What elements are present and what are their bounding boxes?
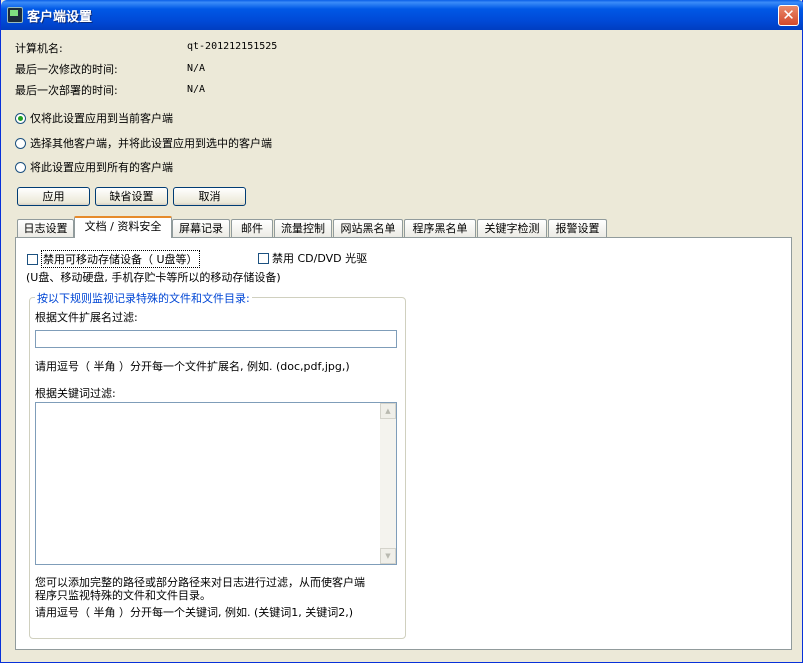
tab-program-blacklist[interactable]: 程序黑名单 (404, 219, 476, 237)
radio-apply-selected-label: 选择其他客户端，并将此设置应用到选中的客户端 (30, 137, 272, 150)
usb-note: (U盘、移动硬盘, 手机存贮卡等所以的移动存储设备) (26, 271, 281, 284)
default-settings-button[interactable]: 缺省设置 (95, 187, 168, 206)
keyword-filter-textarea[interactable]: ▲ ▼ (35, 402, 397, 565)
radio-apply-selected[interactable]: 选择其他客户端，并将此设置应用到选中的客户端 (15, 135, 272, 151)
app-icon (7, 7, 23, 23)
radio-apply-all-label: 将此设置应用到所有的客户端 (30, 161, 173, 174)
tab-email[interactable]: 邮件 (231, 219, 273, 237)
checkbox-box (27, 253, 38, 265)
ext-filter-label: 根据文件扩展名过滤: (35, 311, 138, 324)
ext-filter-input[interactable] (35, 330, 397, 348)
tab-website-blacklist[interactable]: 网站黑名单 (333, 219, 403, 237)
last-modified-label: 最后一次修改的时间: (15, 63, 118, 76)
group-title: 按以下规则监视记录特殊的文件和文件目录: (35, 290, 252, 306)
tab-traffic-control[interactable]: 流量控制 (274, 219, 332, 237)
keyword-filter-label: 根据关键词过滤: (35, 387, 116, 400)
last-modified-value: N/A (187, 63, 206, 74)
disable-cd-label: 禁用 CD/DVD 光驱 (272, 252, 368, 265)
tab-keyword-detection[interactable]: 关键字检测 (477, 219, 547, 237)
radio-apply-current-label: 仅将此设置应用到当前客户端 (30, 112, 173, 125)
checkbox-box (258, 252, 269, 264)
computer-name-label: 计算机名: (15, 42, 63, 55)
disable-usb-checkbox[interactable]: 禁用可移动存储设备（ U盘等） (27, 250, 200, 268)
client-settings-window: 客户端设置 ✕ 计算机名: qt-201212151525 最后一次修改的时间:… (0, 0, 803, 663)
keyword-scrollbar[interactable]: ▲ ▼ (380, 403, 396, 564)
close-icon: ✕ (782, 6, 795, 24)
ext-hint: 请用逗号（ 半角 ）分开每一个文件扩展名, 例如. (doc,pdf,jpg,) (35, 360, 350, 373)
close-button[interactable]: ✕ (778, 5, 799, 26)
disable-usb-label: 禁用可移动存储设备（ U盘等） (41, 250, 200, 268)
computer-name-value: qt-201212151525 (187, 41, 278, 52)
disable-cd-checkbox[interactable]: 禁用 CD/DVD 光驱 (258, 250, 367, 266)
tab-alert-settings[interactable]: 报警设置 (548, 219, 607, 237)
last-deployed-label: 最后一次部署的时间: (15, 84, 118, 97)
radio-apply-current[interactable]: 仅将此设置应用到当前客户端 (15, 110, 173, 126)
radio-apply-all[interactable]: 将此设置应用到所有的客户端 (15, 159, 173, 175)
scroll-down-icon[interactable]: ▼ (380, 548, 396, 564)
radio-circle-selected (15, 112, 26, 124)
tab-screen-record[interactable]: 屏幕记录 (172, 219, 230, 237)
path-hint-line2: 程序只监视特殊的文件和文件目录。 (35, 589, 211, 602)
apply-button[interactable]: 应用 (17, 187, 90, 206)
tab-document-security[interactable]: 文档 / 资料安全 (74, 216, 172, 238)
window-title: 客户端设置 (27, 10, 93, 25)
radio-circle (15, 161, 26, 173)
radio-circle (15, 137, 26, 149)
scroll-up-icon[interactable]: ▲ (380, 403, 396, 419)
cancel-button[interactable]: 取消 (173, 187, 246, 206)
last-deployed-value: N/A (187, 84, 206, 95)
keyword-hint: 请用逗号（ 半角 ）分开每一个关键词, 例如. (关键词1, 关键词2,) (35, 606, 354, 619)
tab-log-settings[interactable]: 日志设置 (17, 219, 74, 237)
title-bar[interactable]: 客户端设置 ✕ (1, 0, 803, 30)
